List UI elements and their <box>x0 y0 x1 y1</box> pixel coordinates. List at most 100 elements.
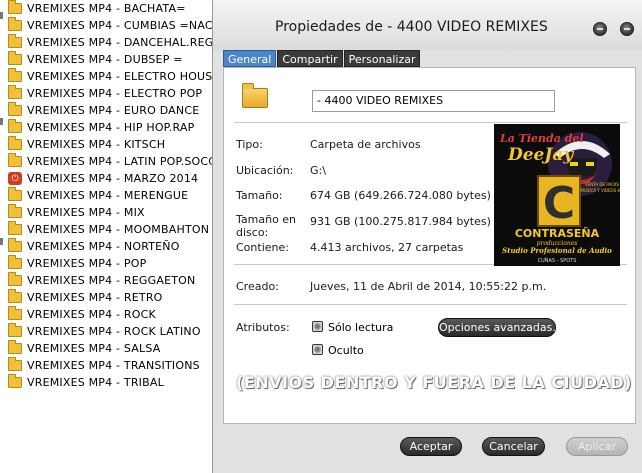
list-item-label: VREMIXES MP4 - KITSCH <box>27 138 166 151</box>
list-item[interactable]: VREMIXES MP4 - TRANSITIONS <box>8 357 214 374</box>
svg-text:Studio Profesional de Audio: Studio Profesional de Audio <box>502 246 612 255</box>
folder-icon <box>8 119 22 133</box>
folder-icon <box>8 255 22 269</box>
tree-expander-mark <box>0 118 3 125</box>
list-item-label: VREMIXES MP4 - POP <box>27 257 147 270</box>
list-item[interactable]: VREMIXES MP4 - NORTEÑO <box>8 238 214 255</box>
hidden-checkbox[interactable] <box>312 344 323 355</box>
list-item-label: VREMIXES MP4 - ELECTRO POP <box>27 87 203 100</box>
folder-icon <box>8 357 22 371</box>
read-only-label: Sólo lectura <box>328 321 394 334</box>
folder-icon <box>8 187 22 201</box>
list-item[interactable]: VREMIXES MP4 - ELECTRO HOUSE <box>8 68 214 85</box>
list-item[interactable]: VREMIXES MP4 - RETRO <box>8 289 214 306</box>
folder-icon <box>8 306 22 320</box>
folder-icon <box>8 136 22 150</box>
list-item[interactable]: VREMIXES MP4 - MERENGUE <box>8 187 214 204</box>
divider <box>234 304 627 305</box>
hidden-label: Oculto <box>328 344 364 357</box>
list-item-label: VREMIXES MP4 - MOOMBAHTON <box>27 223 210 236</box>
special-folder-icon: ⏻ <box>8 172 22 185</box>
svg-text:La Tienda del: La Tienda del <box>499 132 584 145</box>
svg-text:MUSICA Y VIDEOS HD: MUSICA Y VIDEOS HD <box>580 188 620 193</box>
folder-name-field[interactable]: - 4400 VIDEO REMIXES <box>312 90 555 112</box>
disk-size-label: Tamaño en disco: <box>236 213 297 239</box>
list-item-label: VREMIXES MP4 - TRIBAL <box>27 376 164 389</box>
disk-size-value: 931 GB (100.275.817.984 bytes) <box>310 215 491 228</box>
list-item-label: VREMIXES MP4 - ELECTRO HOUSE <box>27 70 214 83</box>
properties-dialog: Propiedades de - 4400 VIDEO REMIXES Gene… <box>212 0 642 473</box>
list-item-label: VREMIXES MP4 - HIP HOP.RAP <box>27 121 195 134</box>
list-item-label: VREMIXES MP4 - LATIN POP.SOCCA <box>27 155 214 168</box>
svg-text:CONTRASEÑA: CONTRASEÑA <box>515 227 600 240</box>
list-item[interactable]: VREMIXES MP4 - SALSA <box>8 340 214 357</box>
cancel-button[interactable]: Cancelar <box>482 437 545 456</box>
list-item[interactable]: ⏻ VREMIXES MP4 - MARZO 2014 <box>8 170 214 187</box>
list-item[interactable]: VREMIXES MP4 - KITSCH <box>8 136 214 153</box>
folder-icon <box>8 0 22 14</box>
folder-icon <box>8 221 22 235</box>
list-item-label: VREMIXES MP4 - DUBSEP = <box>27 53 183 66</box>
list-item[interactable]: VREMIXES MP4 - ROCK <box>8 306 214 323</box>
folder-icon <box>8 374 22 388</box>
created-label: Creado: <box>236 280 279 293</box>
list-item[interactable]: VREMIXES MP4 - MIX <box>8 204 214 221</box>
list-item-label: VREMIXES MP4 - CUMBIAS =NACIO <box>27 19 214 32</box>
list-item-label: VREMIXES MP4 - RETRO <box>27 291 163 304</box>
folder-icon <box>8 68 22 82</box>
list-item[interactable]: VREMIXES MP4 - TRIBAL <box>8 374 214 391</box>
folder-icon <box>8 323 22 337</box>
tab-compartir[interactable]: Compartir <box>277 50 343 67</box>
close-icon[interactable] <box>620 22 634 36</box>
size-label: Tamaño: <box>236 189 283 202</box>
folder-icon <box>8 34 22 48</box>
list-item[interactable]: VREMIXES MP4 - DUBSEP = <box>8 51 214 68</box>
svg-text:C: C <box>543 178 575 229</box>
apply-button[interactable]: Aplicar <box>566 437 628 456</box>
list-item-label: VREMIXES MP4 - BACHATA= <box>27 2 186 15</box>
list-item[interactable]: VREMIXES MP4 - EURO DANCE <box>8 102 214 119</box>
folder-icon <box>8 204 22 218</box>
list-item[interactable]: VREMIXES MP4 - HIP HOP.RAP <box>8 119 214 136</box>
folder-icon <box>8 102 22 116</box>
tree-expander-mark <box>0 12 3 19</box>
list-item-label: VREMIXES MP4 - MIX <box>27 206 145 219</box>
list-item[interactable]: VREMIXES MP4 - REGGAETON <box>8 272 214 289</box>
location-label: Ubicación: <box>236 164 294 177</box>
folder-icon <box>8 238 22 252</box>
list-item[interactable]: VREMIXES MP4 - BACHATA= <box>8 0 214 17</box>
list-item[interactable]: VREMIXES MP4 - ROCK LATINO <box>8 323 214 340</box>
folder-icon <box>8 17 22 31</box>
tab-personalizar[interactable]: Personalizar <box>343 50 421 67</box>
list-item[interactable]: VREMIXES MP4 - ELECTRO POP <box>8 85 214 102</box>
ok-button[interactable]: Aceptar <box>400 437 462 456</box>
folder-icon <box>8 85 22 99</box>
list-item[interactable]: VREMIXES MP4 - LATIN POP.SOCCA <box>8 153 214 170</box>
list-item-label: VREMIXES MP4 - ROCK LATINO <box>27 325 201 338</box>
folder-icon <box>8 153 22 167</box>
list-item[interactable]: VREMIXES MP4 - CUMBIAS =NACIO <box>8 17 214 34</box>
title-bar[interactable]: Propiedades de - 4400 VIDEO REMIXES <box>213 0 642 50</box>
list-item-label: VREMIXES MP4 - TRANSITIONS <box>27 359 200 372</box>
folder-icon <box>8 51 22 65</box>
svg-text:CUÑAS - SPOTS: CUÑAS - SPOTS <box>538 257 577 264</box>
list-item-label: VREMIXES MP4 - SALSA <box>27 342 161 355</box>
window-title: Propiedades de - 4400 VIDEO REMIXES <box>275 19 548 35</box>
file-list: VREMIXES MP4 - BACHATA= VREMIXES MP4 - CU… <box>0 0 214 473</box>
minimize-icon[interactable] <box>593 22 607 36</box>
list-item[interactable]: VREMIXES MP4 - POP <box>8 255 214 272</box>
list-item-label: VREMIXES MP4 - MERENGUE <box>27 189 189 202</box>
logo-graphic: La Tienda del DeeJay C CONTRASEÑA produc… <box>494 124 620 266</box>
read-only-checkbox[interactable] <box>312 321 323 332</box>
list-item[interactable]: VREMIXES MP4 - MOOMBAHTON <box>8 221 214 238</box>
svg-text:DeeJay: DeeJay <box>507 145 574 165</box>
attributes-label: Atributos: <box>236 321 290 334</box>
contains-label: Contiene: <box>236 241 289 254</box>
tab-bar: General Compartir Personalizar <box>223 50 421 67</box>
folder-icon <box>8 340 22 354</box>
advanced-options-button[interactable]: Opciones avanzadas... <box>438 318 563 337</box>
tab-general[interactable]: General <box>223 50 277 67</box>
list-item[interactable]: VREMIXES MP4 - DANCEHAL.REGE = <box>8 34 214 51</box>
list-item-label: VREMIXES MP4 - EURO DANCE <box>27 104 200 117</box>
created-value: Jueves, 11 de Abril de 2014, 10:55:22 p.… <box>310 280 547 293</box>
